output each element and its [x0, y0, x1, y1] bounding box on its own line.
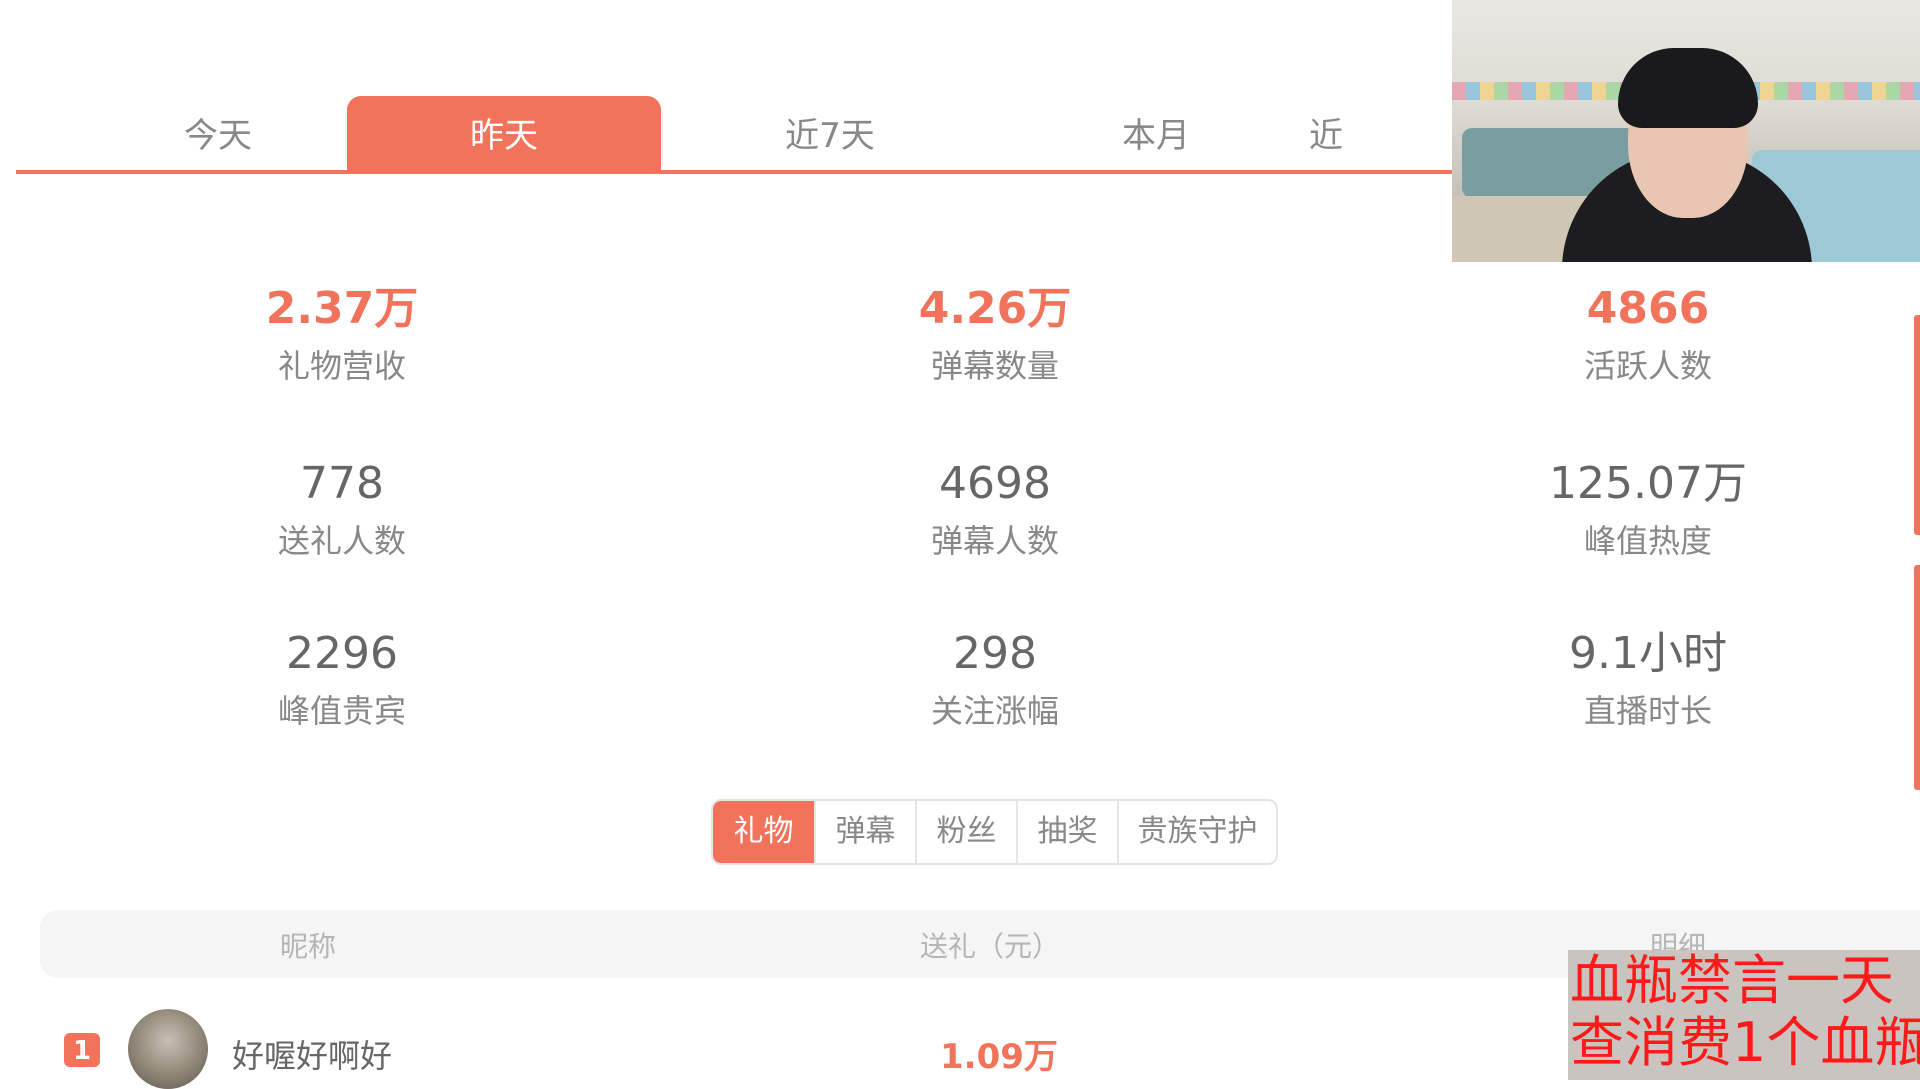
sub-tab-gift[interactable]: 礼物	[713, 801, 816, 863]
stat-live-duration: 9.1小时 直播时长	[1438, 627, 1858, 731]
edge-accent-upper	[1914, 315, 1920, 535]
stat-label: 礼物营收	[277, 347, 406, 385]
stat-label: 直播时长	[1583, 692, 1712, 730]
sub-tab-fans[interactable]: 粉丝	[917, 801, 1018, 863]
row-nickname: 好喔好啊好	[232, 1037, 393, 1075]
avatar[interactable]	[128, 1009, 208, 1089]
row-gift-amount: 1.09万	[940, 1037, 1058, 1077]
stat-label: 峰值热度	[1583, 522, 1712, 560]
stat-gift-revenue: 2.37万 礼物营收	[132, 282, 552, 386]
stat-value: 4698	[939, 458, 1051, 509]
stat-label: 弹幕数量	[930, 347, 1059, 385]
stat-value: 125.07万	[1549, 458, 1747, 509]
webcam-overlay	[1452, 0, 1920, 262]
edge-accent-lower	[1914, 565, 1920, 790]
stat-follow-growth: 298 关注涨幅	[785, 627, 1205, 731]
sub-tab-noble-guard[interactable]: 贵族守护	[1119, 801, 1276, 863]
stat-danmaku-users: 4698 弹幕人数	[785, 457, 1205, 561]
stat-label: 弹幕人数	[930, 522, 1059, 560]
stat-label: 送礼人数	[277, 522, 406, 560]
stat-value: 778	[300, 458, 384, 509]
stat-peak-heat: 125.07万 峰值热度	[1438, 457, 1858, 561]
column-header-gift: 送礼（元）	[920, 930, 1061, 963]
tab-yesterday[interactable]: 昨天	[347, 96, 661, 170]
notice-line-2: 查消费1个血瓶	[1570, 1011, 1920, 1074]
stat-value: 2296	[286, 628, 398, 679]
stat-label: 活跃人数	[1583, 347, 1712, 385]
stat-value: 4.26万	[918, 283, 1072, 334]
stream-notice-overlay: 血瓶禁言一天 查消费1个血瓶	[1568, 950, 1920, 1080]
tab-last-7-days[interactable]: 近7天	[673, 96, 987, 170]
stat-active-users: 4866 活跃人数	[1438, 282, 1858, 386]
stat-value: 4866	[1586, 283, 1710, 334]
stat-value: 298	[953, 628, 1037, 679]
stats-page: 今天 昨天 近7天 本月 近 2.37万 礼物营收 4.26万 弹幕数量 486…	[0, 0, 1920, 1089]
notice-line-1: 血瓶禁言一天	[1570, 950, 1894, 1012]
stat-gift-senders: 778 送礼人数	[132, 457, 552, 561]
tab-recent[interactable]: 近	[1266, 96, 1386, 170]
stat-label: 峰值贵宾	[277, 692, 406, 730]
sub-tab-danmaku[interactable]: 弹幕	[816, 801, 917, 863]
webcam-person-hair	[1618, 48, 1758, 128]
column-header-nickname: 昵称	[280, 930, 337, 963]
stat-danmaku-count: 4.26万 弹幕数量	[785, 282, 1205, 386]
tab-today[interactable]: 今天	[61, 96, 375, 170]
stat-value: 9.1小时	[1569, 628, 1727, 679]
rank-badge: 1	[64, 1033, 100, 1067]
sub-tab-lottery[interactable]: 抽奖	[1018, 801, 1119, 863]
stat-value: 2.37万	[265, 283, 419, 334]
ranking-sub-tabs: 礼物 弹幕 粉丝 抽奖 贵族守护	[711, 799, 1278, 865]
stat-peak-vip: 2296 峰值贵宾	[132, 627, 552, 731]
stat-label: 关注涨幅	[930, 692, 1059, 730]
